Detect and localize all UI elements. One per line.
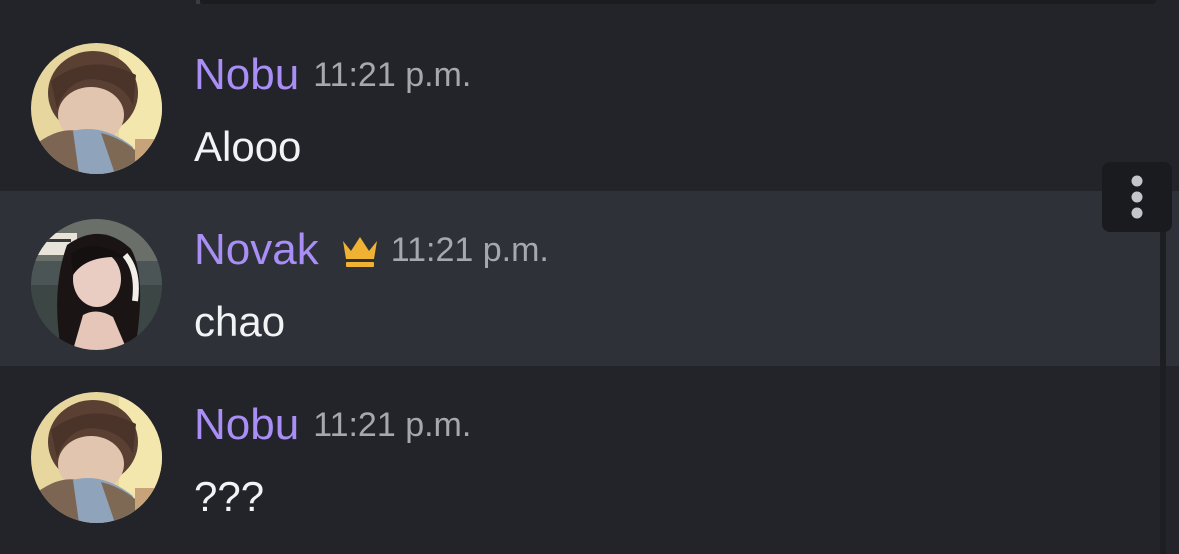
message-item[interactable]: Nobu 11:21 p.m. ??? <box>0 366 1179 541</box>
username[interactable]: Novak <box>194 225 319 275</box>
message-header: Novak 11:21 p.m. <box>194 225 549 275</box>
message-content: chao <box>194 298 286 345</box>
crown-icon <box>339 229 381 271</box>
nobu-avatar-image <box>31 43 162 174</box>
username[interactable]: Nobu <box>194 400 299 450</box>
nobu-avatar-image <box>31 392 162 523</box>
vertical-ellipsis-icon <box>1131 175 1143 219</box>
timestamp: 11:21 p.m. <box>313 56 472 94</box>
timestamp: 11:21 p.m. <box>390 231 549 269</box>
username[interactable]: Nobu <box>194 50 299 100</box>
timestamp: 11:21 p.m. <box>313 406 472 444</box>
previous-message-edge <box>200 0 1156 4</box>
avatar[interactable] <box>31 219 162 350</box>
message-item[interactable]: Novak 11:21 p.m. chao <box>0 191 1179 366</box>
novak-avatar-image <box>31 219 162 350</box>
message-header: Nobu 11:21 p.m. <box>194 400 471 450</box>
message-content: ??? <box>194 473 265 520</box>
more-options-button[interactable] <box>1102 162 1172 232</box>
message-item[interactable]: Nobu 11:21 p.m. Alooo <box>0 16 1179 191</box>
message-header: Nobu 11:21 p.m. <box>194 50 471 100</box>
message-content: Alooo <box>194 123 302 170</box>
avatar[interactable] <box>31 43 162 174</box>
avatar[interactable] <box>31 392 162 523</box>
